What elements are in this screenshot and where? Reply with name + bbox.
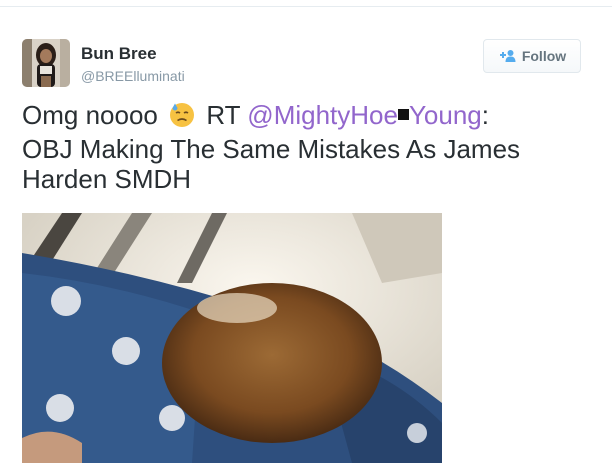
divider [0, 6, 612, 7]
tweet-text-line2: OBJ Making The Same Mistakes As James [22, 134, 521, 164]
retweet-prefix: RT [206, 100, 241, 130]
add-user-icon [498, 49, 516, 63]
follow-label: Follow [521, 48, 567, 64]
tweet-text-after-mention: : [481, 100, 489, 130]
follow-button[interactable]: Follow [483, 39, 581, 73]
author-handle[interactable]: @BREElluminati [81, 68, 185, 84]
sweat-face-emoji-icon [169, 102, 195, 134]
tweet-card: Bun Bree @BREElluminati Follow Omg noooo… [0, 0, 612, 463]
avatar[interactable] [22, 39, 70, 87]
tweet-photo[interactable] [22, 213, 442, 463]
mention-link[interactable]: @MightyHoe Young [247, 100, 481, 130]
tweet-text-start: Omg noooo [22, 100, 158, 130]
mention-part2: Young [408, 100, 482, 130]
tweet-text-line3: Harden SMDH [22, 164, 192, 194]
tweet-text: Omg noooo RT @MightyHoe Young: OBJ Making… [22, 100, 602, 194]
mention-part1: @MightyHoe [247, 100, 398, 130]
redaction-box [397, 109, 409, 120]
author-name[interactable]: Bun Bree [81, 45, 157, 63]
